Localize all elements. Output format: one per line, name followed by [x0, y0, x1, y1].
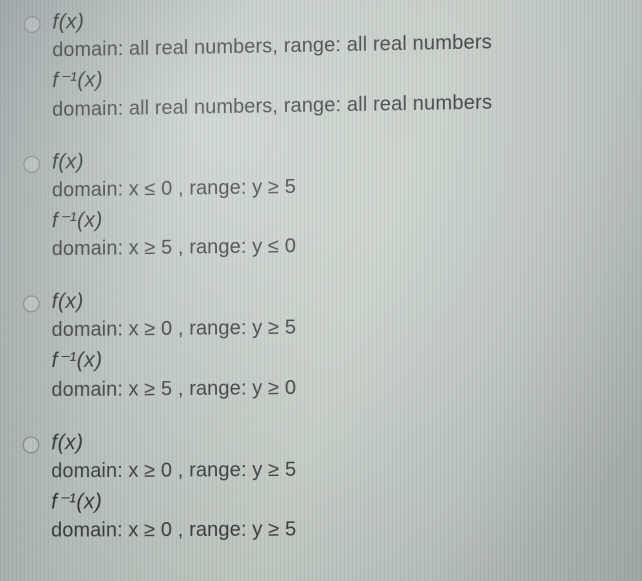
option-body: f(x) domain: x ≥ 0 , range: y ≥ 5 f⁻¹(x)…: [51, 425, 637, 548]
radio-icon[interactable]: [24, 16, 41, 33]
fx-domain-range: domain: x ≥ 0 , range: y ≥ 5: [51, 454, 636, 485]
f-inverse-label: f⁻¹(x): [51, 486, 636, 516]
option-2[interactable]: f(x) domain: x ≤ 0 , range: y ≥ 5 f⁻¹(x)…: [23, 140, 635, 267]
radio-icon[interactable]: [23, 155, 40, 172]
radio-icon[interactable]: [23, 295, 40, 312]
options-list: f(x) domain: all real numbers, range: al…: [0, 0, 642, 581]
f-inverse-label: f⁻¹(x): [51, 343, 635, 375]
option-body: f(x) domain: x ≤ 0 , range: y ≥ 5 f⁻¹(x)…: [52, 140, 635, 267]
option-3[interactable]: f(x) domain: x ≥ 0 , range: y ≥ 5 f⁻¹(x)…: [23, 282, 636, 408]
fx-label: f(x): [52, 282, 636, 315]
option-body: f(x) domain: x ≥ 0 , range: y ≥ 5 f⁻¹(x)…: [51, 282, 635, 407]
option-1[interactable]: f(x) domain: all real numbers, range: al…: [23, 0, 634, 128]
f-inverse-domain-range: domain: x ≥ 5 , range: y ≤ 0: [52, 229, 635, 264]
f-inverse-domain-range: domain: x ≥ 0 , range: y ≥ 5: [51, 515, 637, 545]
fx-label: f(x): [51, 425, 636, 456]
option-4[interactable]: f(x) domain: x ≥ 0 , range: y ≥ 5 f⁻¹(x)…: [22, 425, 637, 549]
option-body: f(x) domain: all real numbers, range: al…: [52, 0, 634, 127]
fx-domain-range: domain: x ≥ 0 , range: y ≥ 5: [52, 311, 636, 344]
radio-icon[interactable]: [22, 436, 39, 453]
f-inverse-domain-range: domain: x ≥ 5 , range: y ≥ 0: [51, 371, 635, 403]
